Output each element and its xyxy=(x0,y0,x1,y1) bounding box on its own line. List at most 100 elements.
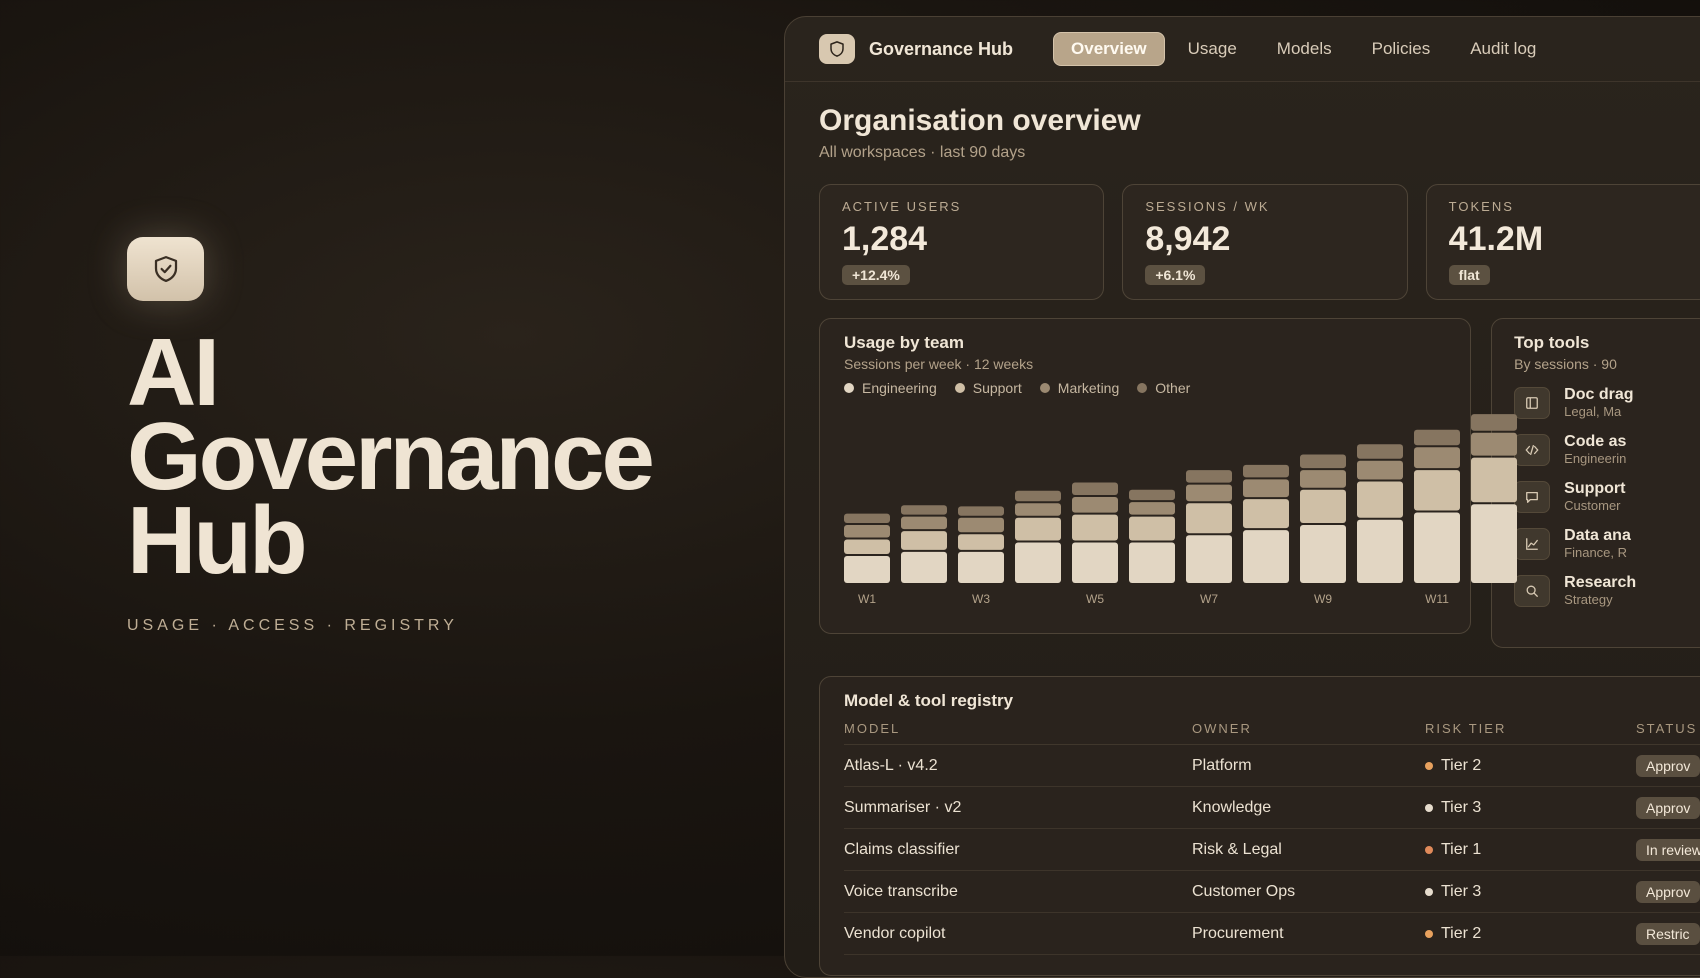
bar-segment-marketing-w7[interactable] xyxy=(1186,484,1232,502)
bar-segment-support-w12[interactable] xyxy=(1471,457,1517,503)
legend-item-engineering[interactable]: Engineering xyxy=(844,380,937,396)
tier-dot xyxy=(1425,887,1433,896)
bar-segment-other-w4[interactable] xyxy=(1015,490,1061,502)
bar-segment-marketing-w9[interactable] xyxy=(1300,470,1346,488)
bar-segment-engineering-w1[interactable] xyxy=(844,556,890,583)
bar-segment-engineering-w8[interactable] xyxy=(1243,530,1289,583)
x-tick-label: W11 xyxy=(1425,592,1449,606)
bar-segment-support-w4[interactable] xyxy=(1015,517,1061,541)
shield-icon xyxy=(830,41,844,57)
legend-label: Support xyxy=(972,380,1022,396)
table-row[interactable]: Voice transcribe Customer Ops Tier 3 App… xyxy=(844,871,1700,913)
bar-segment-engineering-w4[interactable] xyxy=(1015,542,1061,583)
bar-segment-other-w5[interactable] xyxy=(1072,482,1118,495)
bar-segment-support-w7[interactable] xyxy=(1186,503,1232,534)
kpi-label: SESSIONS / WK xyxy=(1145,199,1270,214)
legend-dot xyxy=(844,383,854,393)
bar-segment-marketing-w11[interactable] xyxy=(1414,447,1460,469)
status-cell: Approv xyxy=(1636,754,1700,777)
bar-segment-other-w3[interactable] xyxy=(958,506,1004,516)
status-badge: Approv xyxy=(1636,754,1700,777)
bar-segment-other-w9[interactable] xyxy=(1300,454,1346,469)
x-tick-label: W7 xyxy=(1200,592,1218,606)
tab-policies[interactable]: Policies xyxy=(1355,33,1448,65)
status-cell: Restric xyxy=(1636,922,1700,945)
tool-item[interactable]: Support Customer xyxy=(1514,480,1688,513)
bar-segment-marketing-w8[interactable] xyxy=(1243,479,1289,498)
bar-segment-other-w10[interactable] xyxy=(1357,444,1403,459)
bar-segment-other-w12[interactable] xyxy=(1471,414,1517,431)
bar-segment-other-w2[interactable] xyxy=(901,505,947,515)
risk-tier-cell: Tier 1 xyxy=(1425,841,1636,859)
tool-name: Data ana xyxy=(1564,527,1631,544)
bar-segment-engineering-w5[interactable] xyxy=(1072,542,1118,583)
bar-segment-support-w5[interactable] xyxy=(1072,514,1118,541)
bar-segment-marketing-w3[interactable] xyxy=(958,517,1004,533)
bar-segment-support-w3[interactable] xyxy=(958,534,1004,550)
usage-by-team-card: Usage by team Sessions per week · 12 wee… xyxy=(819,318,1517,634)
table-row[interactable]: Atlas-L · v4.2 Platform Tier 2 Approv xyxy=(844,745,1700,787)
chart-title: Usage by team xyxy=(844,333,964,352)
bar-segment-marketing-w2[interactable] xyxy=(901,516,947,530)
status-cell: In review xyxy=(1636,838,1700,861)
tab-audit-log[interactable]: Audit log xyxy=(1453,33,1553,65)
bar-segment-support-w2[interactable] xyxy=(901,531,947,550)
column-header-risk-tier[interactable]: RISK TIER xyxy=(1425,721,1636,736)
kpi-card-sessions[interactable]: SESSIONS / WK 8,942 +6.1% xyxy=(1122,184,1408,300)
tool-item[interactable]: Data ana Finance, R xyxy=(1514,527,1688,560)
bar-segment-marketing-w6[interactable] xyxy=(1129,502,1175,515)
bar-segment-engineering-w2[interactable] xyxy=(901,551,947,583)
tool-item[interactable]: Code as Engineerin xyxy=(1514,433,1688,466)
registry-title: Model & tool registry xyxy=(844,691,1014,710)
bar-segment-other-w6[interactable] xyxy=(1129,489,1175,501)
tab-usage[interactable]: Usage xyxy=(1171,33,1254,65)
bar-segment-engineering-w3[interactable] xyxy=(958,551,1004,583)
column-header-status[interactable]: STATUS xyxy=(1636,721,1700,736)
bar-segment-other-w1[interactable] xyxy=(844,513,890,523)
brand-logo[interactable] xyxy=(819,34,855,64)
kpi-card-tokens[interactable]: TOKENS 41.2M flat xyxy=(1425,184,1700,300)
bar-segment-other-w8[interactable] xyxy=(1243,464,1289,478)
bar-segment-marketing-w5[interactable] xyxy=(1072,497,1118,513)
bar-segment-engineering-w11[interactable] xyxy=(1414,512,1460,583)
bar-segment-engineering-w6[interactable] xyxy=(1129,542,1175,583)
page-title: Organisation overview xyxy=(819,104,1141,137)
bar-segment-engineering-w10[interactable] xyxy=(1357,519,1403,583)
bar-segment-support-w9[interactable] xyxy=(1300,489,1346,523)
bar-segment-engineering-w7[interactable] xyxy=(1186,535,1232,583)
bar-segment-marketing-w10[interactable] xyxy=(1357,460,1403,480)
model-cell: Voice transcribe xyxy=(844,882,958,900)
bar-segment-support-w11[interactable] xyxy=(1414,470,1460,511)
bar-segment-support-w8[interactable] xyxy=(1243,499,1289,529)
hero-title-line: Hub xyxy=(127,487,308,594)
code-icon xyxy=(1514,433,1551,466)
bar-segment-other-w7[interactable] xyxy=(1186,470,1232,483)
table-header: MODEL OWNER RISK TIER STATUS xyxy=(844,721,1700,745)
bar-segment-marketing-w12[interactable] xyxy=(1471,432,1517,456)
kpi-card-active-users[interactable]: ACTIVE USERS 1,284 +12.4% xyxy=(819,184,1105,300)
bar-segment-support-w10[interactable] xyxy=(1357,481,1403,518)
tier-label: Tier 2 xyxy=(1441,756,1482,774)
bar-segment-marketing-w4[interactable] xyxy=(1015,503,1061,516)
column-header-owner[interactable]: OWNER xyxy=(1192,721,1425,736)
bar-segment-support-w6[interactable] xyxy=(1129,516,1175,541)
legend-item-support[interactable]: Support xyxy=(954,380,1022,396)
tab-models[interactable]: Models xyxy=(1260,33,1349,65)
legend-dot xyxy=(1137,383,1148,393)
table-row[interactable]: Claims classifier Risk & Legal Tier 1 In… xyxy=(844,829,1700,871)
column-header-model[interactable]: MODEL xyxy=(844,721,1192,736)
bar-segment-support-w1[interactable] xyxy=(844,539,890,555)
bar-segment-engineering-w12[interactable] xyxy=(1471,504,1517,583)
tab-overview[interactable]: Overview xyxy=(1053,32,1165,66)
table-row[interactable]: Vendor copilot Procurement Tier 2 Restri… xyxy=(844,913,1700,955)
top-tools-card: Top tools By sessions · 90 Doc drag Lega… xyxy=(1491,318,1700,648)
tool-item[interactable]: Doc drag Legal, Ma xyxy=(1514,386,1688,419)
tool-item[interactable]: Research Strategy xyxy=(1514,574,1688,607)
chat-icon xyxy=(1514,480,1551,513)
legend-item-marketing[interactable]: Marketing xyxy=(1039,380,1119,396)
legend-item-other[interactable]: Other xyxy=(1137,380,1190,396)
bar-segment-other-w11[interactable] xyxy=(1414,429,1460,446)
table-row[interactable]: Summariser · v2 Knowledge Tier 3 Approv xyxy=(844,787,1700,829)
bar-segment-engineering-w9[interactable] xyxy=(1300,524,1346,583)
bar-segment-marketing-w1[interactable] xyxy=(844,524,890,538)
